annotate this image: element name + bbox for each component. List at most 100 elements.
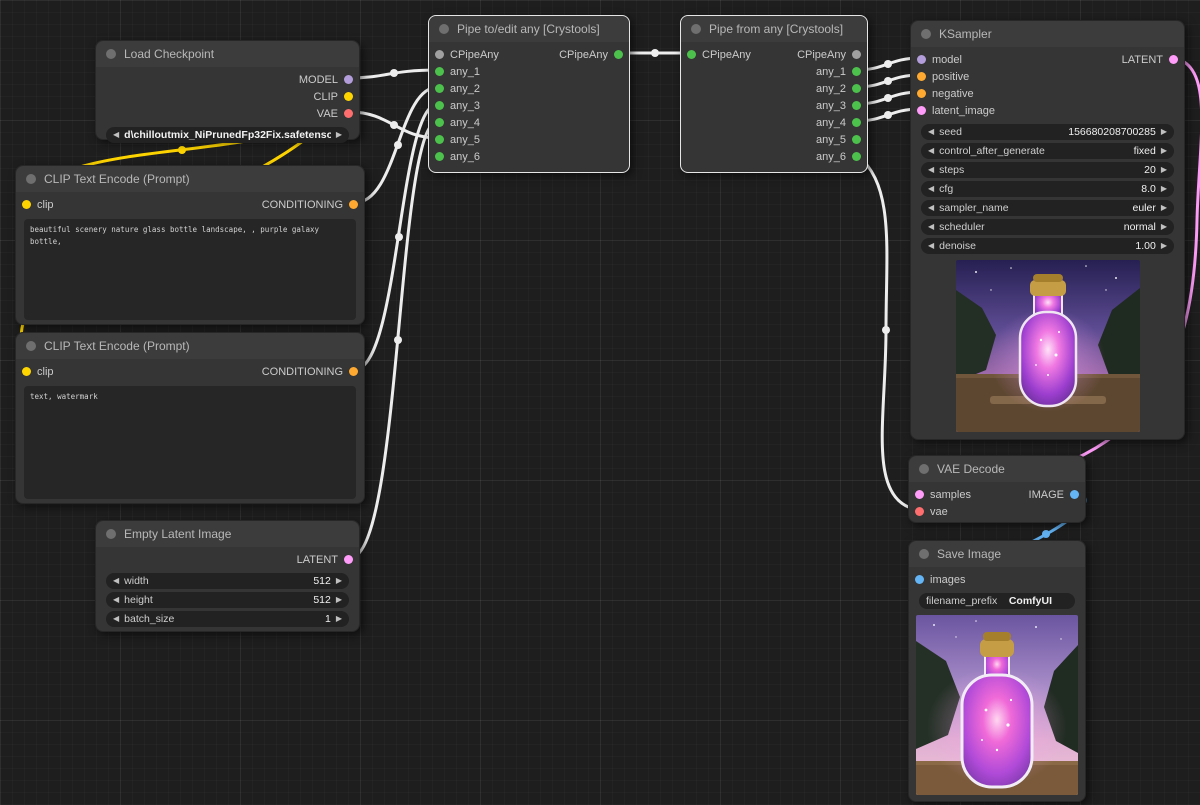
batch-size-widget[interactable]: ◀ batch_size 1 ▶ <box>106 611 349 627</box>
model-input-dot[interactable] <box>917 55 926 64</box>
any1-output-dot[interactable] <box>852 67 861 76</box>
slot-label: CONDITIONING <box>262 199 343 211</box>
next-value-arrow-icon[interactable]: ▶ <box>1161 204 1167 212</box>
any3-output-dot[interactable] <box>852 101 861 110</box>
ksampler-title-bar[interactable]: KSampler <box>911 21 1184 47</box>
increment-arrow-icon[interactable]: ▶ <box>1161 242 1167 250</box>
decrement-arrow-icon[interactable]: ◀ <box>113 596 119 604</box>
clip-encode-negative-title-bar[interactable]: CLIP Text Encode (Prompt) <box>16 333 364 359</box>
node-ksampler[interactable]: KSampler model LATENT positive negative … <box>910 20 1185 440</box>
pipe-from-title-bar[interactable]: Pipe from any [Crystools] <box>681 16 867 42</box>
prev-value-arrow-icon[interactable]: ◀ <box>113 131 119 139</box>
increment-arrow-icon[interactable]: ▶ <box>1161 128 1167 136</box>
cpipeany-output-dot[interactable] <box>852 50 861 59</box>
collapse-dot-icon[interactable] <box>439 24 449 34</box>
node-pipe-from-any[interactable]: Pipe from any [Crystools] CPipeAny CPipe… <box>680 15 868 173</box>
conditioning-output-dot[interactable] <box>349 200 358 209</box>
collapse-dot-icon[interactable] <box>106 529 116 539</box>
next-value-arrow-icon[interactable]: ▶ <box>1161 223 1167 231</box>
any6-input-dot[interactable] <box>435 152 444 161</box>
collapse-dot-icon[interactable] <box>26 341 36 351</box>
clip-encode-positive-title-bar[interactable]: CLIP Text Encode (Prompt) <box>16 166 364 192</box>
width-widget[interactable]: ◀ width 512 ▶ <box>106 573 349 589</box>
any5-input-dot[interactable] <box>435 135 444 144</box>
decrement-arrow-icon[interactable]: ◀ <box>928 128 934 136</box>
collapse-dot-icon[interactable] <box>26 174 36 184</box>
node-load-checkpoint[interactable]: Load Checkpoint MODEL CLIP VAE ◀ d\chill… <box>95 40 360 140</box>
decrement-arrow-icon[interactable]: ◀ <box>113 615 119 623</box>
node-clip-text-encode-negative[interactable]: CLIP Text Encode (Prompt) clip CONDITION… <box>15 332 365 504</box>
ckpt-name-widget[interactable]: ◀ d\chilloutmix_NiPrunedFp32Fix.safetens… <box>106 127 349 143</box>
decrement-arrow-icon[interactable]: ◀ <box>113 577 119 585</box>
prev-value-arrow-icon[interactable]: ◀ <box>928 223 934 231</box>
conditioning-output-dot[interactable] <box>349 367 358 376</box>
graph-canvas[interactable]: Load Checkpoint MODEL CLIP VAE ◀ d\chill… <box>0 0 1200 805</box>
link-midpoint-dot <box>394 336 402 344</box>
cpipeany-input-dot[interactable] <box>435 50 444 59</box>
any2-input-dot[interactable] <box>435 84 444 93</box>
latent-output-dot[interactable] <box>1169 55 1178 64</box>
increment-arrow-icon[interactable]: ▶ <box>1161 166 1167 174</box>
clip-input-dot[interactable] <box>22 367 31 376</box>
vae-output-dot[interactable] <box>344 109 353 118</box>
pipe-to-title-bar[interactable]: Pipe to/edit any [Crystools] <box>429 16 629 42</box>
node-clip-text-encode-positive[interactable]: CLIP Text Encode (Prompt) clip CONDITION… <box>15 165 365 325</box>
collapse-dot-icon[interactable] <box>921 29 931 39</box>
collapse-dot-icon[interactable] <box>691 24 701 34</box>
latent-output-dot[interactable] <box>344 555 353 564</box>
latent-image-input-dot[interactable] <box>917 106 926 115</box>
denoise-widget[interactable]: ◀ denoise 1.00 ▶ <box>921 238 1174 254</box>
collapse-dot-icon[interactable] <box>106 49 116 59</box>
next-value-arrow-icon[interactable]: ▶ <box>336 131 342 139</box>
increment-arrow-icon[interactable]: ▶ <box>336 615 342 623</box>
any4-output-dot[interactable] <box>852 118 861 127</box>
prev-value-arrow-icon[interactable]: ◀ <box>928 204 934 212</box>
positive-input-dot[interactable] <box>917 72 926 81</box>
node-vae-decode[interactable]: VAE Decode samples IMAGE vae <box>908 455 1086 523</box>
negative-input-dot[interactable] <box>917 89 926 98</box>
increment-arrow-icon[interactable]: ▶ <box>1161 185 1167 193</box>
next-value-arrow-icon[interactable]: ▶ <box>1161 147 1167 155</box>
collapse-dot-icon[interactable] <box>919 464 929 474</box>
cpipeany-output-dot[interactable] <box>614 50 623 59</box>
increment-arrow-icon[interactable]: ▶ <box>336 596 342 604</box>
control-after-generate-widget[interactable]: ◀ control_after_generate fixed ▶ <box>921 143 1174 159</box>
increment-arrow-icon[interactable]: ▶ <box>336 577 342 585</box>
clip-output-dot[interactable] <box>344 92 353 101</box>
prev-value-arrow-icon[interactable]: ◀ <box>928 147 934 155</box>
empty-latent-title-bar[interactable]: Empty Latent Image <box>96 521 359 547</box>
any1-input-dot[interactable] <box>435 67 444 76</box>
vae-decode-title-bar[interactable]: VAE Decode <box>909 456 1085 482</box>
steps-widget[interactable]: ◀ steps 20 ▶ <box>921 162 1174 178</box>
scheduler-widget[interactable]: ◀ scheduler normal ▶ <box>921 219 1174 235</box>
input-slot-any6: any_6 <box>429 148 629 165</box>
positive-prompt-textarea[interactable]: beautiful scenery nature glass bottle la… <box>24 219 356 320</box>
cpipeany-input-dot[interactable] <box>687 50 696 59</box>
node-empty-latent-image[interactable]: Empty Latent Image LATENT ◀ width 512 ▶ … <box>95 520 360 632</box>
model-output-dot[interactable] <box>344 75 353 84</box>
negative-prompt-textarea[interactable]: text, watermark <box>24 386 356 499</box>
images-input-dot[interactable] <box>915 575 924 584</box>
node-pipe-to-any[interactable]: Pipe to/edit any [Crystools] CPipeAny CP… <box>428 15 630 173</box>
save-image-title-bar[interactable]: Save Image <box>909 541 1085 567</box>
decrement-arrow-icon[interactable]: ◀ <box>928 242 934 250</box>
image-output-dot[interactable] <box>1070 490 1079 499</box>
cfg-widget[interactable]: ◀ cfg 8.0 ▶ <box>921 181 1174 197</box>
seed-widget[interactable]: ◀ seed 156680208700285 ▶ <box>921 124 1174 140</box>
sampler-name-widget[interactable]: ◀ sampler_name euler ▶ <box>921 200 1174 216</box>
any6-output-dot[interactable] <box>852 152 861 161</box>
collapse-dot-icon[interactable] <box>919 549 929 559</box>
node-save-image[interactable]: Save Image images filename_prefix ComfyU… <box>908 540 1086 802</box>
any4-input-dot[interactable] <box>435 118 444 127</box>
any2-output-dot[interactable] <box>852 84 861 93</box>
samples-input-dot[interactable] <box>915 490 924 499</box>
height-widget[interactable]: ◀ height 512 ▶ <box>106 592 349 608</box>
vae-input-dot[interactable] <box>915 507 924 516</box>
filename-prefix-widget[interactable]: filename_prefix ComfyUI <box>919 593 1075 609</box>
decrement-arrow-icon[interactable]: ◀ <box>928 185 934 193</box>
any3-input-dot[interactable] <box>435 101 444 110</box>
decrement-arrow-icon[interactable]: ◀ <box>928 166 934 174</box>
clip-input-dot[interactable] <box>22 200 31 209</box>
load-checkpoint-title-bar[interactable]: Load Checkpoint <box>96 41 359 67</box>
any5-output-dot[interactable] <box>852 135 861 144</box>
